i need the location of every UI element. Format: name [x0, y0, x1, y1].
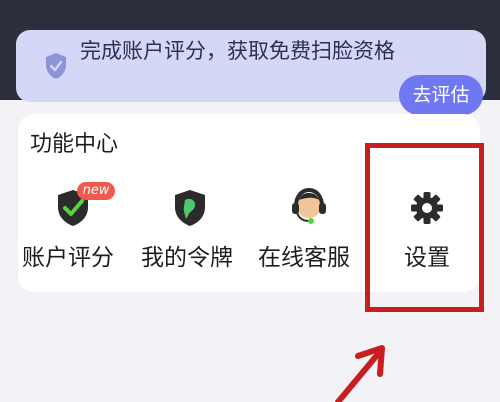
- token-shield-icon: [175, 190, 205, 226]
- function-center-title: 功能中心: [30, 132, 119, 157]
- function-item-label: 账户评分: [22, 245, 114, 271]
- settings-highlight-frame: [365, 143, 484, 312]
- score-prompt-banner[interactable]: 完成账户评分，获取免费扫脸资格 去评估: [16, 30, 486, 115]
- function-item-label: 在线客服: [258, 245, 350, 271]
- evaluate-button[interactable]: 去评估: [399, 75, 483, 115]
- shield-check-icon: [46, 53, 66, 79]
- function-item-label: 我的令牌: [141, 245, 233, 271]
- new-badge: new: [77, 182, 115, 200]
- banner-message: 完成账户评分，获取免费扫脸资格: [80, 39, 395, 63]
- customer-service-icon: [292, 187, 326, 224]
- pointer-arrow: [335, 345, 385, 402]
